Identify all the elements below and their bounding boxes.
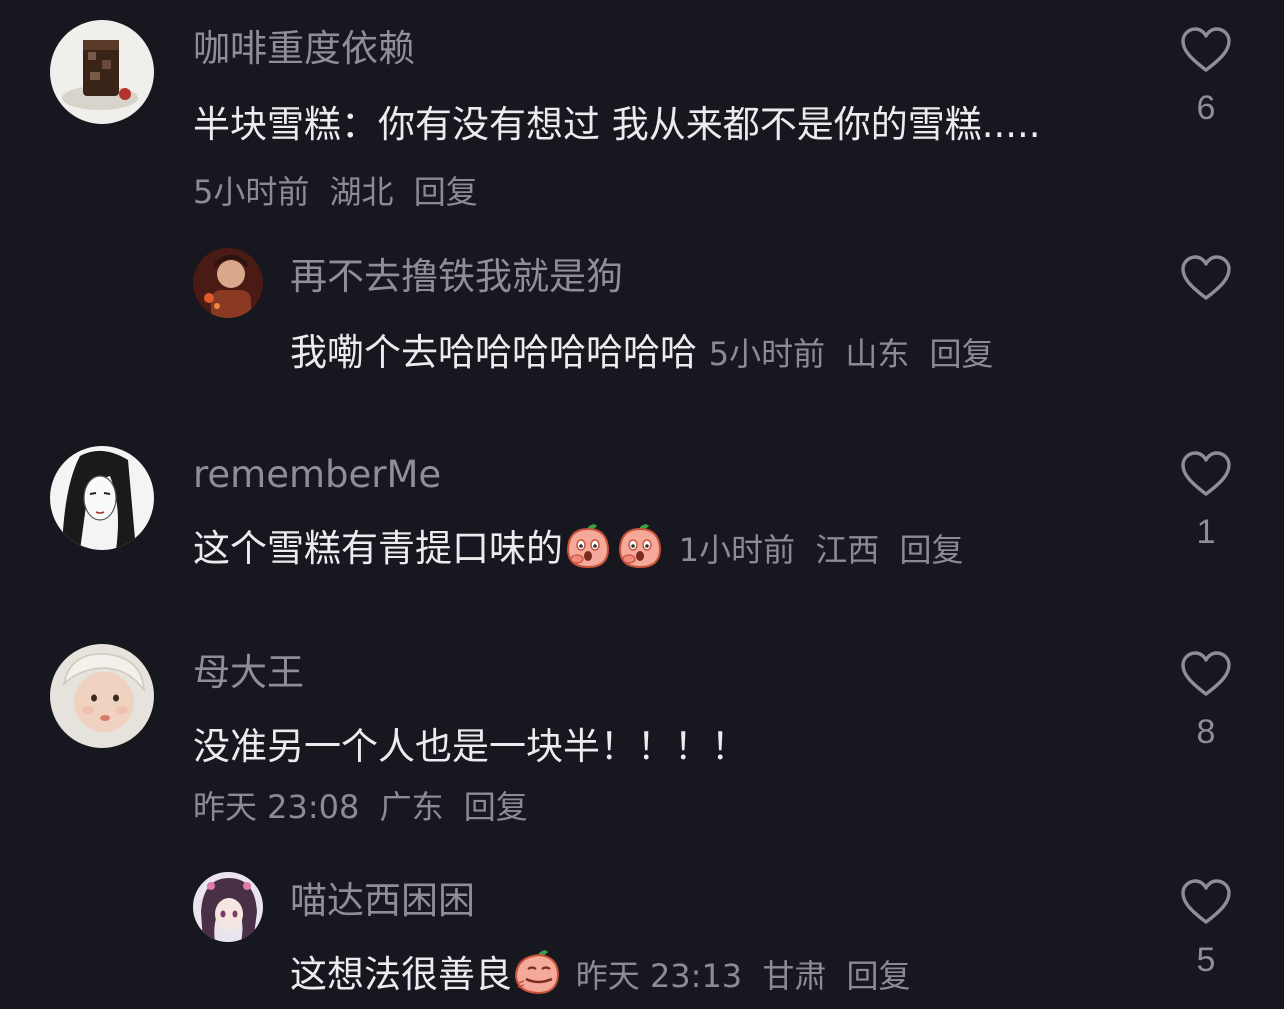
user-avatar[interactable] [193,248,263,318]
shocked-peach-emoji [618,524,662,569]
comment-location: 广东 [379,788,444,826]
user-avatar[interactable] [50,644,154,748]
heart-icon [1181,879,1231,924]
user-avatar[interactable] [50,20,154,124]
comment-text: 没准另一个人也是一块半！！！！ [193,725,748,768]
comment-body: rememberMe 这个雪糕有青提口味的 1小时前 江西 回复 [193,452,1084,583]
reply-text: 我嘞个去哈哈哈哈哈哈哈 [290,331,697,374]
comment-text: 半块雪糕：你有没有想过 我从来都不是你的雪糕..... [193,103,1041,146]
baby-avatar [50,644,154,748]
reply-text: 这想法很善良 [290,953,512,996]
like-button[interactable]: 1 [1180,450,1232,552]
comment-time: 昨天 23:08 [193,788,360,826]
iced-coffee-avatar [50,20,154,124]
reply-button[interactable]: 回复 [847,957,911,995]
comment-time: 1小时前 [678,531,796,569]
sketch-girl-avatar [50,446,154,550]
like-count: 1 [1196,513,1216,551]
reply-body: 喵达西困困 这想法很善良 昨天 23:13 甘肃 回复 [290,878,1084,1009]
reply-username[interactable]: 再不去撸铁我就是狗 [290,254,1084,300]
reply-meta: 昨天 23:13 甘肃 回复 [576,957,921,995]
like-button[interactable]: 6 [1180,26,1232,128]
like-count: 6 [1196,89,1216,127]
comment-content: 半块雪糕：你有没有想过 我从来都不是你的雪糕..... 5小时前 湖北 回复 [193,92,1063,225]
comment-body: 母大王 没准另一个人也是一块半！！！！ 昨天 23:08 广东 回复 [193,650,1084,830]
heart-icon [1181,651,1231,696]
like-button[interactable]: 8 [1180,650,1232,752]
reply-body: 再不去撸铁我就是狗 我嘞个去哈哈哈哈哈哈哈 5小时前 山东 回复 [290,254,1084,387]
comment-content: 这个雪糕有青提口味的 1小时前 江西 回复 [193,516,1084,583]
anime-girl-avatar [193,872,263,942]
reply-button[interactable]: 回复 [900,531,964,569]
reply-button[interactable]: 回复 [464,788,528,826]
heart-icon [1181,451,1231,496]
comment-text: 这个雪糕有青提口味的 [193,527,563,570]
comment-meta: 昨天 23:08 广东 回复 [193,784,1084,830]
like-count: 5 [1196,941,1216,979]
user-avatar[interactable] [193,872,263,942]
comment-content: 没准另一个人也是一块半！！！！ [193,714,1084,780]
reply-meta: 5小时前 山东 回复 [709,335,1004,373]
comment-time: 5小时前 [193,173,310,211]
comment-location: 湖北 [329,173,394,211]
comment-meta: 1小时前 江西 回复 [679,531,974,569]
reply-username[interactable]: 喵达西困困 [290,878,1084,924]
reply-location: 山东 [845,335,910,373]
like-button[interactable] [1180,254,1232,302]
comment-meta: 5小时前 湖北 回复 [193,173,488,211]
heart-icon [1181,255,1231,300]
reply-button[interactable]: 回复 [930,335,994,373]
reply-button[interactable]: 回复 [414,173,478,211]
comment-username[interactable]: rememberMe [193,452,1084,498]
reply-content: 这想法很善良 昨天 23:13 甘肃 回复 [290,942,1084,1009]
user-avatar[interactable] [50,446,154,550]
reply-time: 5小时前 [708,335,826,373]
reply-content: 我嘞个去哈哈哈哈哈哈哈 5小时前 山东 回复 [290,320,1084,387]
comment-body: 咖啡重度依赖 半块雪糕：你有没有想过 我从来都不是你的雪糕..... 5小时前 … [193,26,1084,225]
shocked-peach-emoji [566,524,610,569]
reply-location: 甘肃 [762,957,827,995]
comment-username[interactable]: 咖啡重度依赖 [193,26,1084,72]
comment-username[interactable]: 母大王 [193,650,1084,696]
like-count: 8 [1196,713,1216,751]
smirking-peach-emoji [514,950,560,995]
comment-location: 江西 [815,531,880,569]
portrait-avatar [193,248,263,318]
reply-time: 昨天 23:13 [575,957,743,995]
heart-icon [1181,27,1231,72]
like-button[interactable]: 5 [1180,878,1232,980]
